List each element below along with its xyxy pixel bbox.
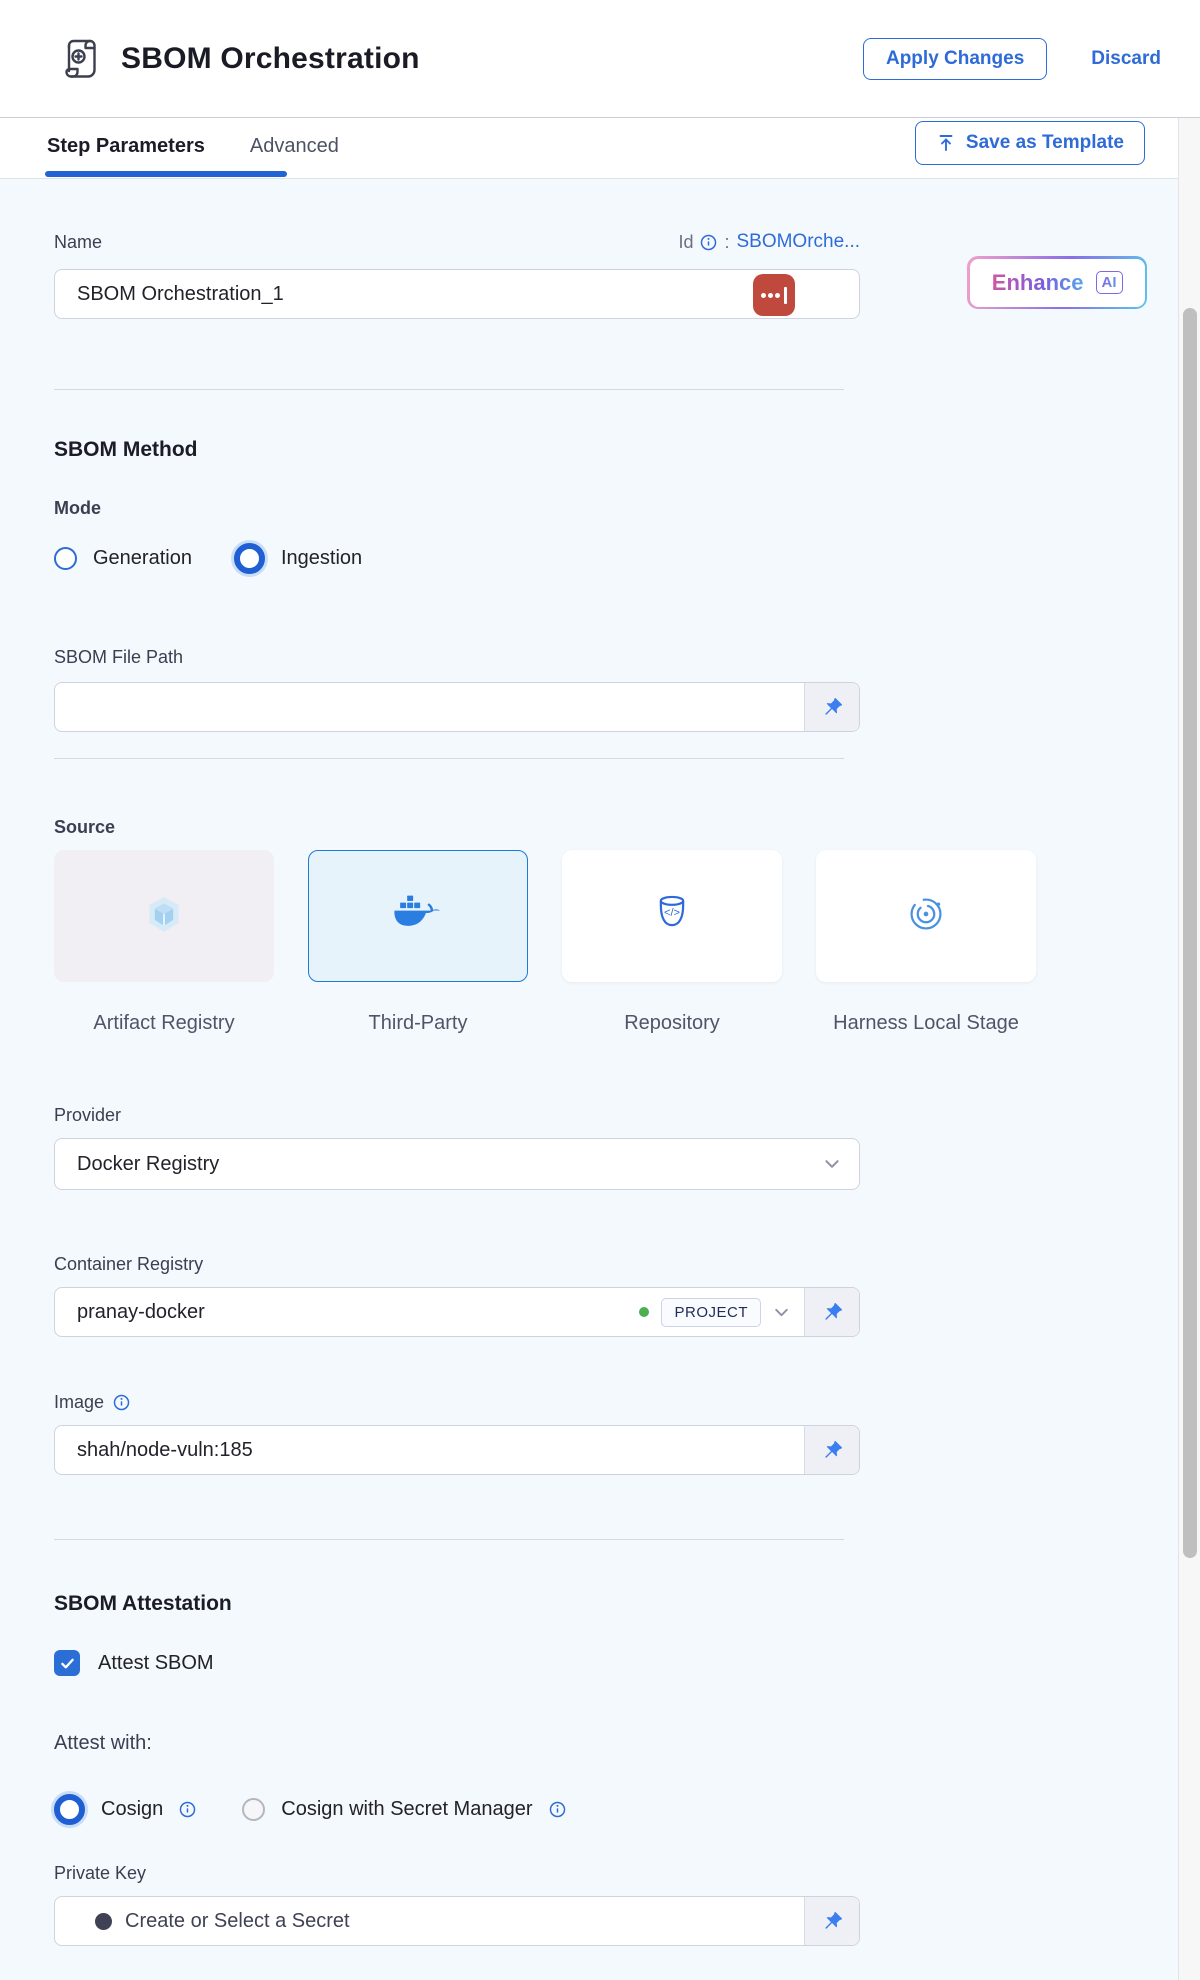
chevron-down-icon[interactable] (773, 1304, 790, 1321)
sbom-attestation-heading: SBOM Attestation (54, 1592, 860, 1616)
divider (54, 758, 844, 759)
id-value-link[interactable]: SBOMOrche... (736, 231, 860, 253)
source-label: Source (54, 817, 860, 838)
image-input[interactable]: shah/node-vuln:185 (54, 1425, 860, 1475)
header: SBOM Orchestration Apply Changes Discard (0, 0, 1200, 118)
image-value: shah/node-vuln:185 (55, 1439, 804, 1462)
source-card-artifact-registry[interactable] (54, 850, 274, 982)
private-key-placeholder: Create or Select a Secret (112, 1910, 804, 1933)
radio-ingestion-circle[interactable] (234, 543, 265, 574)
artifact-registry-icon (143, 893, 185, 940)
divider (54, 1539, 844, 1540)
image-label: Image (54, 1392, 104, 1413)
active-tab-underline (45, 171, 287, 177)
upload-icon (936, 133, 956, 153)
id-label: Id (678, 232, 693, 253)
container-registry-label: Container Registry (54, 1254, 860, 1275)
container-registry-input[interactable]: pranay-docker PROJECT (54, 1287, 860, 1337)
source-caption-harness-local-stage: Harness Local Stage (816, 1008, 1036, 1039)
radio-cosign[interactable]: Cosign (54, 1794, 196, 1825)
id-colon: : (724, 232, 729, 253)
container-registry-value: pranay-docker (55, 1301, 639, 1324)
container-registry-pin-button[interactable] (804, 1288, 859, 1336)
source-card-repository[interactable]: </> (562, 850, 782, 982)
pushpin-icon (821, 1439, 844, 1462)
radio-generation-circle[interactable] (54, 547, 77, 570)
ai-badge: AI (1096, 271, 1123, 294)
attest-with-label: Attest with: (54, 1732, 860, 1755)
step-parameters-panel: Enhance AI Name Id : SBOMOrche... SBOM O… (0, 178, 1179, 1980)
checkmark-icon (59, 1655, 76, 1672)
discard-button[interactable]: Discard (1085, 47, 1167, 71)
source-caption-repository: Repository (562, 1008, 782, 1039)
pushpin-icon (821, 696, 844, 719)
sbom-file-path-label: SBOM File Path (54, 647, 860, 668)
name-label: Name (54, 232, 102, 253)
tab-advanced[interactable]: Advanced (250, 135, 339, 162)
scope-badge: PROJECT (661, 1298, 761, 1327)
provider-value: Docker Registry (55, 1153, 823, 1176)
secret-key-icon (95, 1913, 112, 1930)
scroll-plus-icon (57, 35, 105, 83)
sbom-method-heading: SBOM Method (54, 438, 860, 462)
tab-step-parameters[interactable]: Step Parameters (47, 135, 205, 162)
save-as-template-button[interactable]: Save as Template (915, 121, 1145, 165)
radio-cosign-secret-manager-circle[interactable] (242, 1798, 265, 1821)
private-key-label: Private Key (54, 1863, 860, 1884)
radio-generation[interactable]: Generation (54, 547, 192, 570)
provider-select[interactable]: Docker Registry (54, 1138, 860, 1190)
radio-ingestion[interactable]: Ingestion (234, 543, 362, 574)
attest-sbom-label: Attest SBOM (98, 1652, 214, 1675)
mode-label: Mode (54, 498, 860, 519)
file-path-pin-button[interactable] (804, 683, 859, 731)
svg-text:</>: </> (664, 906, 680, 918)
radio-generation-label: Generation (93, 547, 192, 570)
docker-whale-icon (392, 894, 444, 938)
radio-cosign-secret-manager[interactable]: Cosign with Secret Manager (242, 1798, 565, 1821)
harness-stage-icon (905, 893, 947, 940)
cosign-secret-manager-info-icon[interactable] (549, 1801, 566, 1818)
image-pin-button[interactable] (804, 1426, 859, 1474)
name-input-value: SBOM Orchestration_1 (55, 283, 859, 306)
vertical-scrollbar-thumb[interactable] (1183, 308, 1197, 1558)
source-card-third-party[interactable] (308, 850, 528, 982)
apply-changes-button[interactable]: Apply Changes (863, 38, 1047, 80)
divider (54, 389, 844, 390)
name-input[interactable]: SBOM Orchestration_1 (54, 269, 860, 319)
enhance-ai-button[interactable]: Enhance AI (967, 256, 1147, 309)
sbom-file-path-input[interactable] (54, 682, 860, 732)
vertical-scrollbar-track[interactable] (1178, 118, 1200, 1980)
radio-cosign-circle[interactable] (54, 1794, 85, 1825)
radio-cosign-secret-manager-label: Cosign with Secret Manager (281, 1798, 532, 1821)
private-key-pin-button[interactable] (804, 1897, 859, 1945)
attest-sbom-checkbox-row[interactable]: Attest SBOM (54, 1650, 860, 1676)
source-caption-artifact-registry: Artifact Registry (54, 1008, 274, 1039)
chevron-down-icon[interactable] (823, 1155, 841, 1173)
page-title: SBOM Orchestration (121, 42, 420, 76)
save-as-template-label: Save as Template (966, 132, 1124, 154)
image-info-icon[interactable] (113, 1394, 130, 1411)
pushpin-icon (821, 1301, 844, 1324)
attest-sbom-checkbox[interactable] (54, 1650, 80, 1676)
radio-cosign-label: Cosign (101, 1798, 163, 1821)
source-card-harness-local-stage[interactable] (816, 850, 1036, 982)
pushpin-icon (821, 1910, 844, 1933)
id-info-icon[interactable] (700, 234, 717, 251)
radio-ingestion-label: Ingestion (281, 547, 362, 570)
provider-label: Provider (54, 1105, 860, 1126)
private-key-input[interactable]: Create or Select a Secret (54, 1896, 860, 1946)
repository-icon: </> (651, 893, 693, 940)
password-manager-extension-icon[interactable] (753, 274, 795, 316)
enhance-label: Enhance (992, 270, 1084, 296)
source-caption-third-party: Third-Party (308, 1008, 528, 1039)
cosign-info-icon[interactable] (179, 1801, 196, 1818)
connector-status-dot (639, 1307, 649, 1317)
